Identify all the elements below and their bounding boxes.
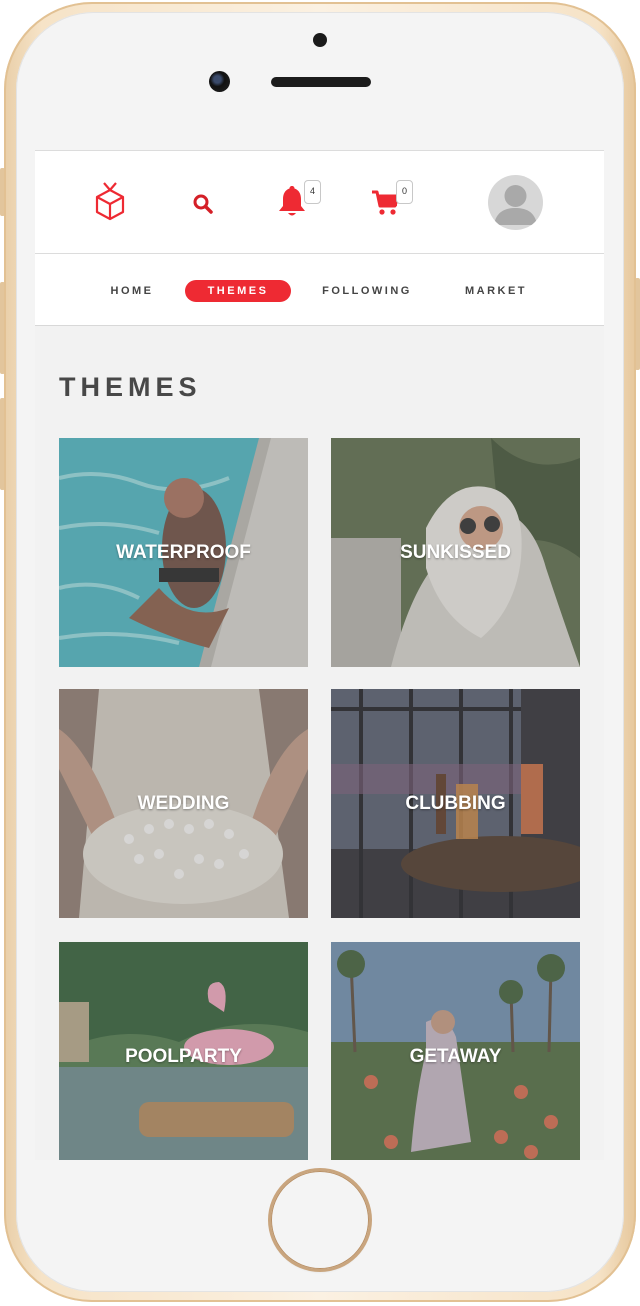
search-icon[interactable]: [192, 193, 214, 215]
tab-themes[interactable]: THEMES: [185, 280, 291, 302]
theme-tile-sunkissed[interactable]: SUNKISSED: [331, 438, 580, 667]
theme-label: CLUBBING: [405, 792, 506, 814]
tab-bar: HOME THEMES FOLLOWING MARKET: [35, 254, 604, 326]
theme-label: GETAWAY: [409, 1045, 502, 1067]
theme-tile-poolparty[interactable]: POOLPARTY: [59, 942, 308, 1160]
user-avatar[interactable]: [488, 175, 543, 230]
theme-tile-clubbing[interactable]: CLUBBING: [331, 689, 580, 918]
theme-label: WEDDING: [137, 792, 230, 814]
app-screen: 4 0 HOME THEMES FOLLOWING MARKET THEMES: [35, 150, 604, 1160]
proximity-sensor: [313, 33, 327, 47]
cart-icon[interactable]: [371, 189, 399, 217]
tab-market[interactable]: MARKET: [463, 280, 529, 302]
theme-label: POOLPARTY: [125, 1045, 242, 1067]
theme-tile-getaway[interactable]: GETAWAY: [331, 942, 580, 1160]
top-bar: 4 0: [35, 150, 604, 254]
theme-tile-waterproof[interactable]: WATERPROOF: [59, 438, 308, 667]
logo-cube-icon[interactable]: [94, 182, 126, 222]
theme-label: SUNKISSED: [400, 541, 511, 563]
earpiece-speaker: [271, 77, 371, 87]
tab-following[interactable]: FOLLOWING: [315, 280, 419, 302]
bell-icon[interactable]: [278, 184, 306, 218]
home-button[interactable]: [271, 1171, 369, 1269]
front-camera: [209, 71, 230, 92]
user-silhouette-icon: [494, 185, 537, 225]
notifications-badge: 4: [304, 180, 321, 204]
theme-label: WATERPROOF: [116, 541, 251, 563]
tab-home[interactable]: HOME: [104, 280, 160, 302]
cart-badge: 0: [396, 180, 413, 204]
page-title: THEMES: [59, 372, 202, 402]
theme-tile-wedding[interactable]: WEDDING: [59, 689, 308, 918]
